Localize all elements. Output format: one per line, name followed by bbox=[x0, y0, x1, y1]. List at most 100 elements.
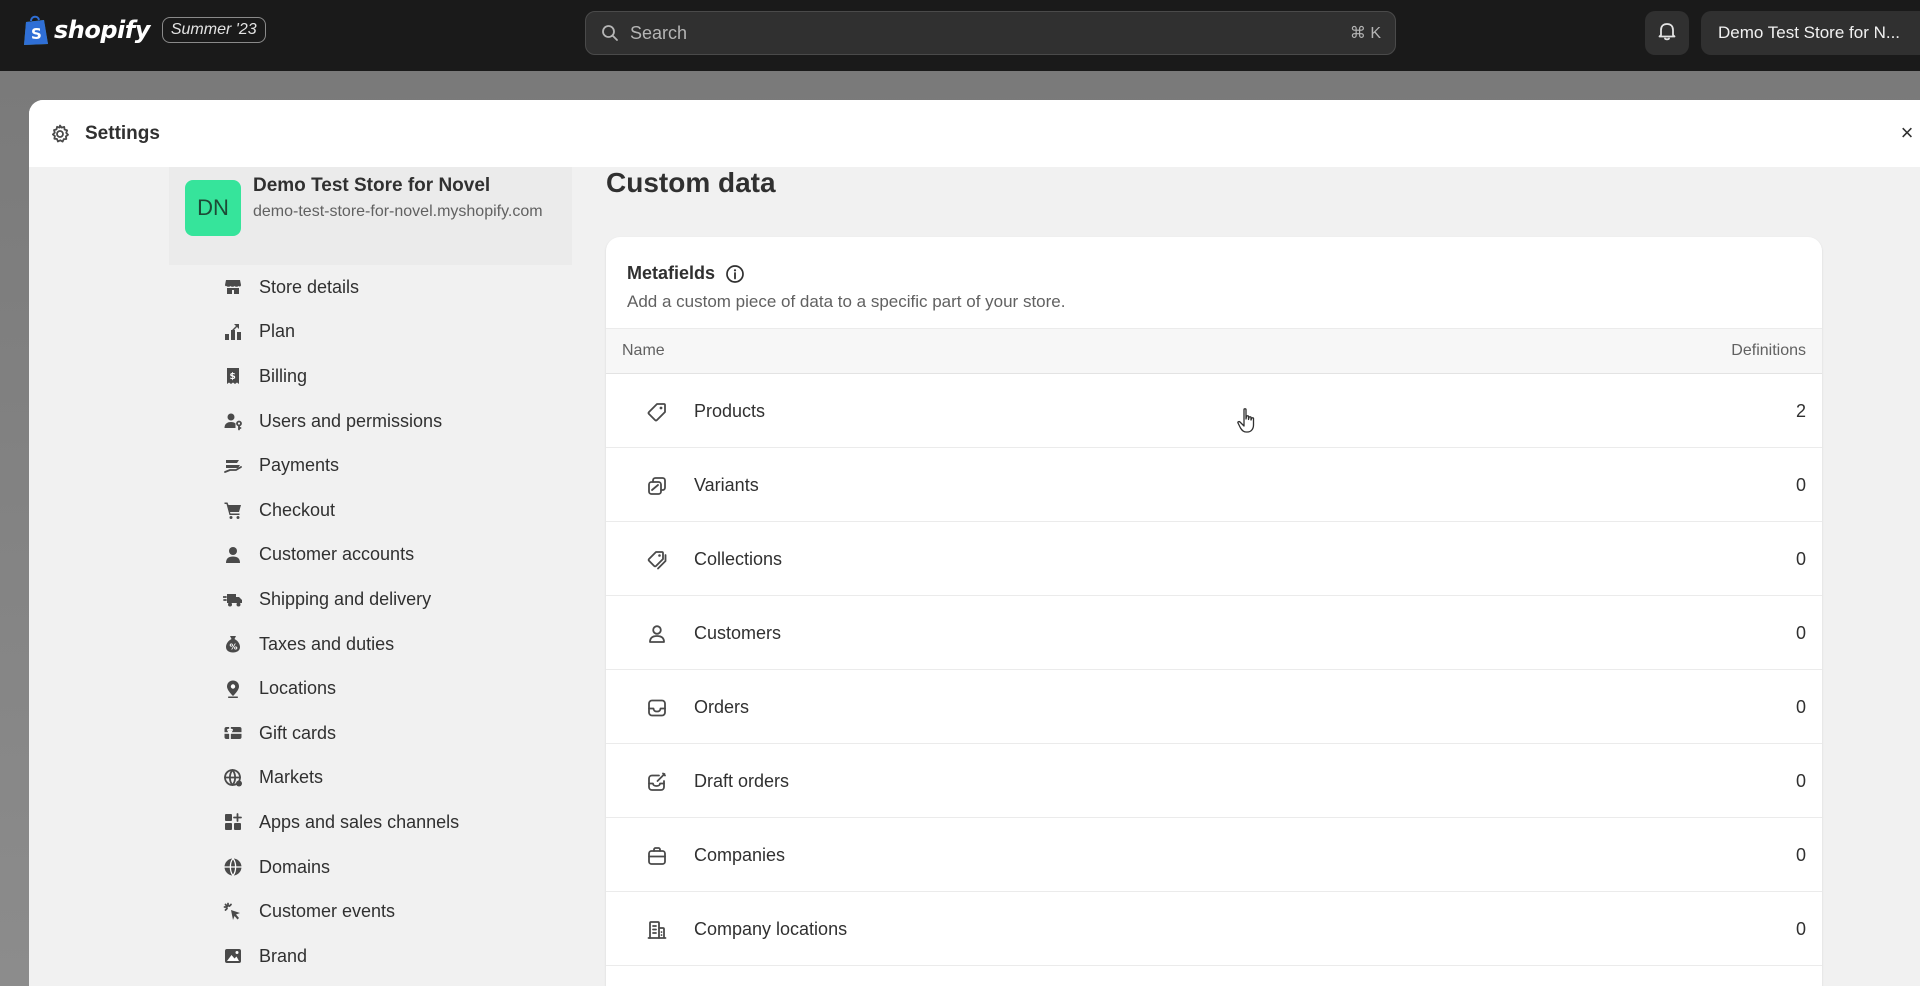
modal-header: Settings × bbox=[29, 100, 1920, 167]
sidebar-item-billing[interactable]: $ Billing bbox=[169, 354, 572, 399]
info-icon[interactable] bbox=[725, 264, 745, 284]
svg-text:$: $ bbox=[230, 372, 236, 382]
row-definitions-count: 0 bbox=[1795, 919, 1806, 939]
close-icon[interactable]: × bbox=[1894, 120, 1920, 146]
shopify-logo[interactable]: S shopify Summer '23 bbox=[22, 14, 266, 46]
settings-nav: Store details Plan $ Billing Users and p… bbox=[169, 265, 572, 979]
search-shortcut: ⌘ K bbox=[1349, 25, 1381, 42]
column-header-definitions: Definitions bbox=[1731, 342, 1806, 359]
users-icon bbox=[223, 411, 243, 431]
store-avatar: DN bbox=[185, 180, 241, 236]
row-definitions-count: 0 bbox=[1795, 623, 1806, 643]
bell-icon bbox=[1656, 20, 1678, 47]
row-label: Company locations bbox=[694, 919, 848, 939]
table-row-company-locations[interactable]: Company locations 0 bbox=[606, 892, 1822, 966]
building-icon bbox=[646, 919, 668, 941]
table-row-companies[interactable]: Companies 0 bbox=[606, 818, 1822, 892]
sidebar-item-domains[interactable]: Domains bbox=[169, 845, 572, 890]
table-row-customers[interactable]: Customers 0 bbox=[606, 596, 1822, 670]
sidebar-item-customer-events[interactable]: Customer events bbox=[169, 889, 572, 934]
sidebar-item-checkout[interactable]: Checkout bbox=[169, 488, 572, 533]
sidebar-item-apps-and-sales-channels[interactable]: Apps and sales channels bbox=[169, 800, 572, 845]
sidebar-item-label: Markets bbox=[259, 767, 324, 788]
table-row-collections[interactable]: Collections 0 bbox=[606, 522, 1822, 596]
search-input[interactable] bbox=[630, 22, 1350, 44]
modal-title: Settings bbox=[85, 122, 160, 144]
row-label: Orders bbox=[694, 697, 750, 717]
sidebar-item-payments[interactable]: Payments bbox=[169, 443, 572, 488]
row-definitions-count: 0 bbox=[1795, 475, 1806, 495]
row-definitions-count: 0 bbox=[1795, 845, 1806, 865]
sidebar-item-taxes-and-duties[interactable]: % Taxes and duties bbox=[169, 622, 572, 667]
store-name: Demo Test Store for Novel bbox=[253, 175, 491, 196]
person-icon bbox=[223, 545, 243, 565]
location-pin-icon bbox=[223, 679, 243, 699]
sidebar-item-brand[interactable]: Brand bbox=[169, 934, 572, 979]
column-header-name: Name bbox=[622, 342, 665, 359]
table-row-draft-orders[interactable]: Draft orders 0 bbox=[606, 744, 1822, 818]
sidebar-item-label: Customer accounts bbox=[259, 544, 415, 565]
metafields-title: Metafields bbox=[627, 263, 716, 283]
table-header: Name Definitions bbox=[606, 328, 1822, 374]
cursor-click-icon bbox=[223, 902, 243, 922]
sidebar-item-label: Domains bbox=[259, 856, 331, 877]
briefcase-icon bbox=[646, 845, 668, 867]
metafields-subtitle: Add a custom piece of data to a specific… bbox=[627, 292, 1066, 311]
sidebar-item-label: Store details bbox=[259, 276, 360, 297]
sidebar-item-plan[interactable]: Plan bbox=[169, 310, 572, 355]
row-definitions-count: 0 bbox=[1795, 697, 1806, 717]
store-url: demo-test-store-for-novel.myshopify.com bbox=[253, 203, 543, 220]
tag-icon bbox=[646, 401, 668, 423]
search-icon bbox=[600, 23, 620, 43]
sidebar-item-markets[interactable]: Markets bbox=[169, 756, 572, 801]
row-label: Draft orders bbox=[694, 771, 790, 791]
sidebar-item-label: Plan bbox=[259, 321, 296, 342]
inbox-icon bbox=[646, 697, 668, 719]
sidebar-item-label: Brand bbox=[259, 945, 308, 966]
apps-icon bbox=[223, 812, 243, 832]
sidebar-item-gift-cards[interactable]: Gift cards bbox=[169, 711, 572, 756]
sidebar-item-label: Billing bbox=[259, 365, 308, 386]
sidebar-item-customer-accounts[interactable]: Customer accounts bbox=[169, 533, 572, 578]
sidebar-item-label: Locations bbox=[259, 678, 337, 699]
sidebar-item-label: Shipping and delivery bbox=[259, 588, 432, 609]
collection-icon bbox=[646, 549, 668, 571]
top-bar: S shopify Summer '23 ⌘ K Demo Test Store… bbox=[0, 0, 1920, 71]
notifications-button[interactable] bbox=[1645, 11, 1689, 55]
sidebar-item-store-details[interactable]: Store details bbox=[169, 265, 572, 310]
row-label: Customers bbox=[694, 623, 782, 643]
sidebar-item-label: Checkout bbox=[259, 499, 336, 520]
row-definitions-count: 0 bbox=[1795, 549, 1806, 569]
sidebar-item-users-and-permissions[interactable]: Users and permissions bbox=[169, 399, 572, 444]
store-card[interactable]: DN Demo Test Store for Novel demo-test-s… bbox=[169, 167, 572, 265]
row-label: Companies bbox=[694, 845, 786, 865]
tax-icon: % bbox=[223, 634, 243, 654]
row-definitions-count: 2 bbox=[1795, 401, 1806, 421]
payments-icon bbox=[223, 456, 243, 476]
sidebar-item-locations[interactable]: Locations bbox=[169, 666, 572, 711]
hand-cursor-icon bbox=[1236, 407, 1260, 435]
page-title: Custom data bbox=[606, 167, 776, 198]
row-label: Variants bbox=[694, 475, 759, 495]
table-row-variants[interactable]: Variants 0 bbox=[606, 448, 1822, 522]
sidebar-item-label: Payments bbox=[259, 455, 340, 476]
edition-badge[interactable]: Summer '23 bbox=[161, 17, 266, 43]
svg-text:S: S bbox=[31, 25, 42, 43]
truck-icon bbox=[222, 589, 243, 609]
gear-icon bbox=[49, 123, 71, 145]
settings-modal: Settings × DN Demo Test Store for Novel … bbox=[29, 100, 1920, 986]
variants-icon bbox=[646, 475, 668, 497]
table-row-orders[interactable]: Orders 0 bbox=[606, 670, 1822, 744]
globe-icon bbox=[223, 768, 243, 788]
table-row-products[interactable]: Products 2 bbox=[606, 374, 1822, 448]
search-bar[interactable]: ⌘ K bbox=[585, 11, 1396, 55]
person-icon bbox=[646, 623, 668, 645]
main-content: Custom data Metafields Add a custom piec… bbox=[572, 167, 1920, 986]
draft-order-icon bbox=[646, 771, 668, 793]
sidebar-item-label: Apps and sales channels bbox=[259, 811, 460, 832]
sidebar-item-shipping-and-delivery[interactable]: Shipping and delivery bbox=[169, 577, 572, 622]
store-switcher-button[interactable]: Demo Test Store for N... bbox=[1701, 11, 1920, 55]
domains-icon bbox=[223, 857, 243, 877]
sidebar-item-label: Taxes and duties bbox=[259, 633, 395, 654]
gift-card-icon bbox=[223, 723, 243, 743]
